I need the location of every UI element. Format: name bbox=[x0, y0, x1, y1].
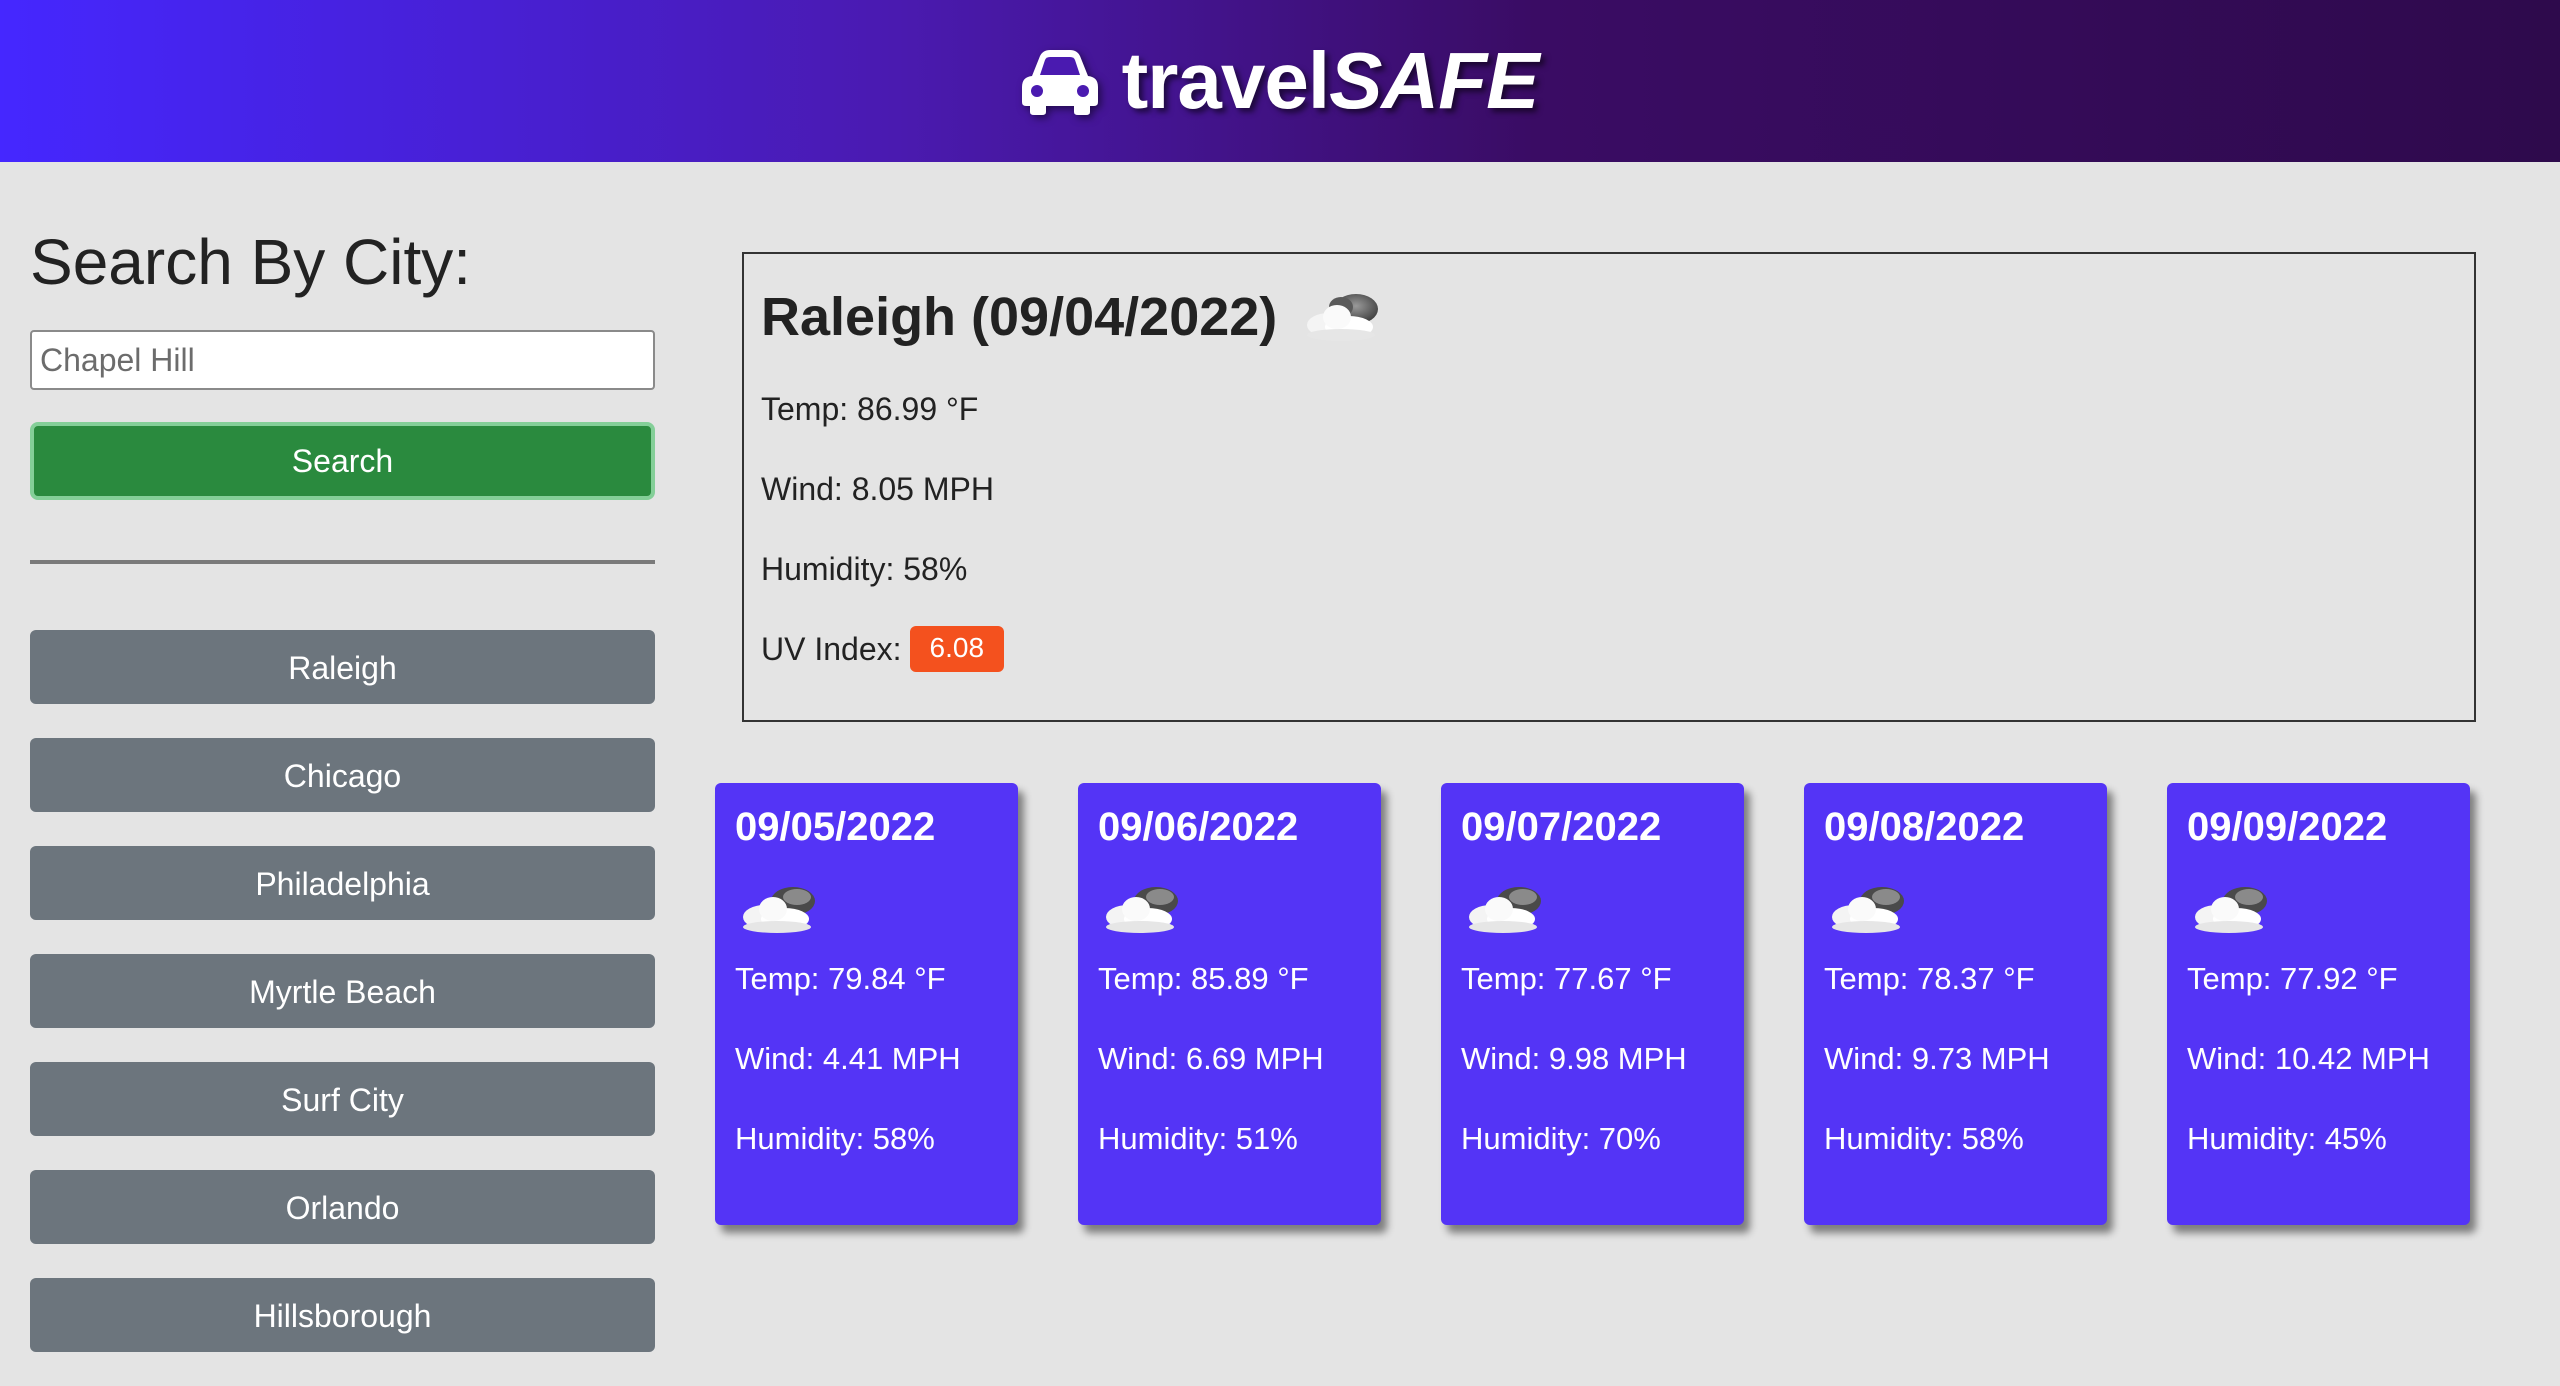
forecast-temp: Temp: 85.89 °F bbox=[1098, 961, 1309, 996]
uv-label: UV Index: bbox=[761, 631, 902, 667]
forecast-humidity: Humidity: 58% bbox=[735, 1121, 935, 1156]
history-button-myrtle-beach[interactable]: Myrtle Beach bbox=[30, 954, 655, 1028]
current-city-date: Raleigh (09/04/2022) bbox=[761, 287, 1278, 347]
partly-cloudy-icon bbox=[1469, 887, 1541, 933]
search-button[interactable]: Search bbox=[30, 422, 655, 500]
partly-cloudy-icon bbox=[1106, 887, 1178, 933]
sidebar: Search By City: Search Raleigh Chicago P… bbox=[30, 162, 655, 1386]
current-weather-heading: Raleigh (09/04/2022) bbox=[761, 284, 2457, 350]
forecast-wind: Wind: 6.69 MPH bbox=[1098, 1041, 1324, 1076]
forecast-date: 09/06/2022 bbox=[1098, 805, 1299, 849]
header: travel SAFE bbox=[0, 0, 2560, 162]
forecast-card: 09/07/2022 Temp: 77.67 °F Wind: 9.98 MPH… bbox=[1441, 783, 1744, 1225]
forecast-card: 09/09/2022 Temp: 77.92 °F Wind: 10.42 MP… bbox=[2167, 783, 2470, 1225]
forecast-temp: Temp: 79.84 °F bbox=[735, 961, 946, 996]
divider bbox=[30, 560, 655, 564]
forecast-humidity: Humidity: 58% bbox=[1824, 1121, 2024, 1156]
current-weather-panel: Raleigh (09/04/2022) Temp: 86.99 °F Wind… bbox=[742, 252, 2476, 722]
uv-index-badge: 6.08 bbox=[909, 626, 1005, 672]
partly-cloudy-icon bbox=[1307, 294, 1379, 341]
current-temp: Temp: 86.99 °F bbox=[761, 391, 979, 427]
city-search-input[interactable] bbox=[30, 330, 655, 390]
search-history: Raleigh Chicago Philadelphia Myrtle Beac… bbox=[30, 630, 655, 1352]
partly-cloudy-icon bbox=[743, 887, 815, 933]
search-title: Search By City: bbox=[30, 226, 472, 298]
partly-cloudy-icon bbox=[1832, 887, 1904, 933]
history-button-surf-city[interactable]: Surf City bbox=[30, 1062, 655, 1136]
forecast-temp: Temp: 78.37 °F bbox=[1824, 961, 2035, 996]
history-button-chicago[interactable]: Chicago bbox=[30, 738, 655, 812]
forecast-humidity: Humidity: 51% bbox=[1098, 1121, 1298, 1156]
forecast-date: 09/05/2022 bbox=[735, 805, 936, 849]
forecast-date: 09/09/2022 bbox=[2187, 805, 2388, 849]
history-button-orlando[interactable]: Orlando bbox=[30, 1170, 655, 1244]
forecast-temp: Temp: 77.92 °F bbox=[2187, 961, 2398, 996]
forecast-card: 09/06/2022 Temp: 85.89 °F Wind: 6.69 MPH… bbox=[1078, 783, 1381, 1225]
forecast-card: 09/05/2022 Temp: 79.84 °F Wind: 4.41 MPH… bbox=[715, 783, 1018, 1225]
forecast-wind: Wind: 9.98 MPH bbox=[1461, 1041, 1687, 1076]
partly-cloudy-icon bbox=[2195, 887, 2267, 933]
forecast-card: 09/08/2022 Temp: 78.37 °F Wind: 9.73 MPH… bbox=[1804, 783, 2107, 1225]
history-button-philadelphia[interactable]: Philadelphia bbox=[30, 846, 655, 920]
car-icon bbox=[1021, 50, 1098, 115]
forecast-humidity: Humidity: 45% bbox=[2187, 1121, 2387, 1156]
history-button-raleigh[interactable]: Raleigh bbox=[30, 630, 655, 704]
brand-safe: SAFE bbox=[1329, 36, 1539, 125]
forecast-humidity: Humidity: 70% bbox=[1461, 1121, 1661, 1156]
current-uv-row: UV Index: 6.08 bbox=[761, 626, 2457, 672]
history-button-hillsborough[interactable]: Hillsborough bbox=[30, 1278, 655, 1352]
brand-travel: travel bbox=[1121, 36, 1330, 125]
forecast-date: 09/08/2022 bbox=[1824, 805, 2025, 849]
forecast-temp: Temp: 77.67 °F bbox=[1461, 961, 1672, 996]
forecast-date: 09/07/2022 bbox=[1461, 805, 1662, 849]
brand-logo[interactable]: travel SAFE bbox=[1018, 35, 1539, 127]
forecast-wind: Wind: 4.41 MPH bbox=[735, 1041, 961, 1076]
forecast-wind: Wind: 9.73 MPH bbox=[1824, 1041, 2050, 1076]
current-wind: Wind: 8.05 MPH bbox=[761, 471, 994, 507]
forecast-wind: Wind: 10.42 MPH bbox=[2187, 1041, 2430, 1076]
current-humidity: Humidity: 58% bbox=[761, 551, 968, 587]
